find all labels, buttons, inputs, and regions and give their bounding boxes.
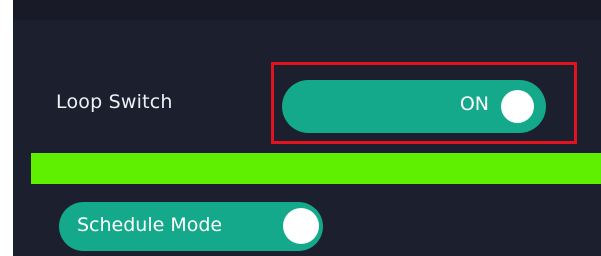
- toggle-knob: [283, 208, 319, 244]
- divider-bar: [31, 153, 601, 184]
- loop-switch-state: ON: [459, 93, 489, 115]
- schedule-mode-label: Schedule Mode: [77, 214, 223, 236]
- screen: Loop Switch ON Schedule Mode: [0, 0, 601, 256]
- panel-top-strip: [13, 0, 601, 20]
- loop-switch-toggle[interactable]: ON: [282, 80, 546, 133]
- schedule-mode-toggle[interactable]: Schedule Mode: [59, 202, 323, 251]
- toggle-knob: [501, 90, 534, 123]
- loop-switch-label: Loop Switch: [56, 91, 173, 113]
